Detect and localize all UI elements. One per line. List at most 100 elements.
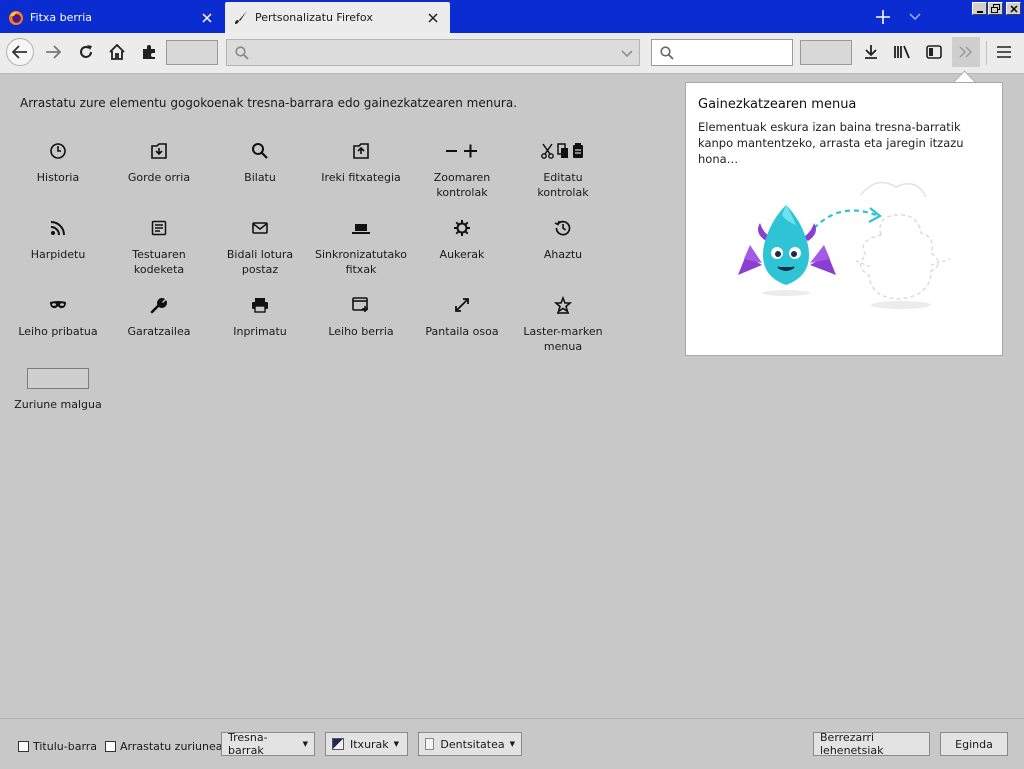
palette-item-label: Leiho pribatua [18, 325, 98, 338]
tab-customize-firefox[interactable]: Pertsonalizatu Firefox [225, 2, 450, 33]
open-file-icon [311, 140, 411, 162]
clock-icon [8, 140, 108, 162]
search-icon [660, 46, 674, 63]
gear-icon [412, 217, 512, 239]
flexible-space-box [27, 368, 89, 389]
back-button[interactable] [6, 38, 34, 66]
extensions-button[interactable] [138, 41, 160, 63]
feed-icon [8, 217, 108, 239]
library-icon[interactable] [891, 41, 913, 63]
url-bar[interactable] [226, 39, 640, 66]
restore-defaults-button[interactable]: Berrezarri lehenetsiak [813, 731, 930, 757]
text-encoding-icon [109, 217, 209, 239]
caret-down-icon: ▼ [302, 740, 308, 748]
flexible-space-slot[interactable] [800, 40, 852, 65]
palette-item-label: Ireki fitxategia [321, 171, 401, 184]
new-tab-button[interactable] [872, 6, 894, 28]
palette-item-subscribe[interactable]: Harpidetu [8, 217, 108, 262]
caret-down-icon: ▼ [509, 740, 515, 748]
overflow-illustration [726, 175, 966, 318]
close-icon[interactable] [425, 10, 441, 26]
chevron-down-icon[interactable] [621, 48, 633, 61]
tab-strip: Fitxa berria Pertsonalizatu Firefox [0, 0, 1024, 33]
palette-item-history[interactable]: Historia [8, 140, 108, 185]
palette-item-new-window[interactable]: Leiho berria [311, 294, 411, 339]
palette-item-label: Leiho berria [328, 325, 394, 338]
close-window-button[interactable] [1006, 2, 1021, 15]
palette-item-email-link[interactable]: Bidali lotura postaz [210, 217, 310, 277]
firefox-logo-icon [8, 10, 24, 26]
palette-item-label: Editatu kontrolak [537, 171, 589, 199]
palette-item-zoom-controls[interactable]: Zoomaren kontrolak [412, 140, 512, 200]
hamburger-menu-icon[interactable] [993, 41, 1015, 63]
search-icon [210, 140, 310, 162]
palette-item-label: Historia [36, 171, 80, 184]
overflow-menu-button[interactable] [952, 37, 980, 67]
panel-title: Gainezkatzearen menua [698, 97, 857, 112]
forget-icon [513, 217, 613, 239]
search-input[interactable] [651, 39, 793, 66]
button-label: Dentsitatea [440, 737, 505, 751]
palette-item-print[interactable]: Inprimatu [210, 294, 310, 339]
density-button[interactable]: Dentsitatea ▼ [418, 732, 522, 756]
palette-item-private-window[interactable]: Leiho pribatua [8, 294, 108, 339]
palette-item-label: Sinkronizatutako fitxak [315, 248, 407, 276]
tab-new-tab[interactable]: Fitxa berria [0, 2, 224, 33]
caret-down-icon: ▼ [393, 740, 400, 748]
checkbox-label: Titulu-barra [33, 740, 98, 753]
minimize-window-button[interactable] [972, 2, 987, 15]
panel-description: Elementuak eskura izan baina tresna-barr… [698, 120, 964, 166]
palette-item-flexible-space[interactable]: Zuriune malgua [8, 368, 108, 412]
title-bar-checkbox[interactable]: Titulu-barra [18, 740, 97, 753]
palette-item-label: Pantaila osoa [425, 325, 499, 338]
palette-item-developer[interactable]: Garatzailea [109, 294, 209, 339]
palette-item-fullscreen[interactable]: Pantaila osoa [412, 294, 512, 339]
palette-item-label: Gorde orria [127, 171, 191, 184]
new-window-icon [311, 294, 411, 316]
paintbrush-icon [233, 10, 249, 26]
tab-label: Fitxa berria [30, 11, 93, 24]
palette-item-label: Laster-marken menua [523, 325, 603, 353]
search-icon [235, 46, 249, 63]
restore-window-button[interactable] [988, 2, 1003, 15]
palette-item-synced-tabs[interactable]: Sinkronizatutako fitxak [311, 217, 411, 277]
checkbox-box[interactable] [105, 741, 116, 752]
toolbar-separator [986, 41, 987, 65]
overflow-panel[interactable]: Gainezkatzearen menua Elementuak eskura … [685, 82, 1003, 356]
density-icon [425, 738, 435, 750]
palette-instructions: Arrastatu zure elementu gogokoenak tresn… [20, 96, 518, 110]
palette-item-edit-controls[interactable]: Editatu kontrolak [513, 140, 613, 200]
palette-item-label: Ahaztu [543, 248, 583, 261]
download-icon[interactable] [860, 41, 882, 63]
palette-item-text-encoding[interactable]: Testuaren kodeketa [109, 217, 209, 277]
palette-item-open-file[interactable]: Ireki fitxategia [311, 140, 411, 185]
email-link-icon [210, 217, 310, 239]
palette-item-save-page[interactable]: Gorde orria [109, 140, 209, 185]
palette-item-find[interactable]: Bilatu [210, 140, 310, 185]
drag-space-checkbox[interactable]: Arrastatu zuriunea [105, 740, 222, 753]
button-label: Berrezarri lehenetsiak [820, 731, 884, 757]
palette-item-forget[interactable]: Ahaztu [513, 217, 613, 262]
forward-button[interactable] [42, 41, 64, 63]
palette-item-label: Garatzailea [127, 325, 191, 338]
tab-label: Pertsonalizatu Firefox [255, 11, 373, 24]
customization-footer: Titulu-barra Arrastatu zuriunea Tresna-b… [0, 718, 1024, 769]
palette-item-label: Inprimatu [233, 325, 287, 338]
palette-item-label: Bilatu [244, 171, 276, 184]
palette-item-bookmarks-menu[interactable]: Laster-marken menua [513, 294, 613, 354]
sidebar-icon[interactable] [923, 41, 945, 63]
palette-item-label: Harpidetu [30, 248, 86, 261]
toolbars-button[interactable]: Tresna-barrak ▼ [221, 731, 315, 757]
reload-button[interactable] [75, 41, 97, 63]
synced-tabs-icon [311, 217, 411, 239]
close-icon[interactable] [199, 10, 215, 26]
chevron-down-icon[interactable] [905, 6, 925, 28]
checkbox-label: Arrastatu zuriunea [120, 740, 223, 753]
palette-item-label: Zoomaren kontrolak [433, 171, 491, 199]
home-button[interactable] [106, 41, 128, 63]
checkbox-box[interactable] [18, 741, 29, 752]
flexible-space-slot[interactable] [166, 40, 218, 65]
done-button[interactable]: Eginda [940, 732, 1008, 756]
palette-item-options[interactable]: Aukerak [412, 217, 512, 262]
themes-button[interactable]: Itxurak ▼ [325, 732, 408, 756]
